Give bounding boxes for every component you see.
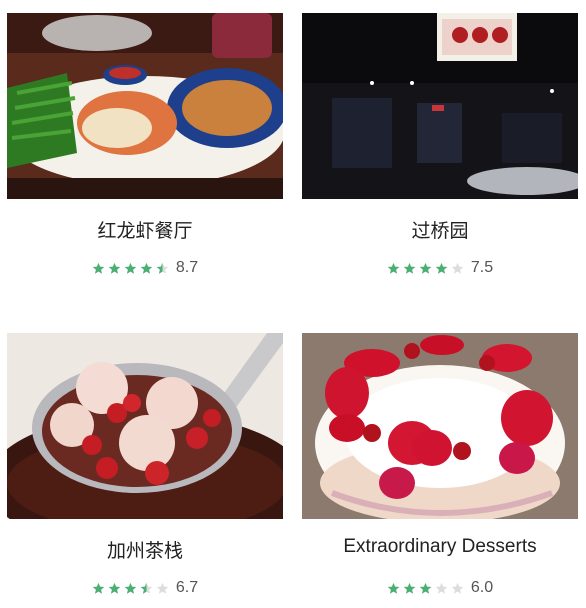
star-half-icon [156, 262, 169, 274]
star-half-icon [140, 582, 153, 594]
star-full-icon [387, 262, 400, 274]
star-full-icon [435, 262, 448, 274]
star-empty-icon [451, 262, 464, 274]
star-full-icon [419, 262, 432, 274]
star-full-icon [92, 582, 105, 594]
score-value: 6.0 [470, 579, 494, 596]
star-full-icon [92, 262, 105, 274]
star-full-icon [124, 582, 137, 594]
dessert-soup-spoon-photo[interactable] [7, 333, 283, 519]
storefront-night-photo[interactable] [302, 13, 578, 199]
restaurant-name[interactable]: Extraordinary Desserts [302, 536, 578, 558]
score-value: 7.5 [470, 259, 494, 276]
star-empty-icon [451, 582, 464, 594]
star-rating [387, 262, 467, 275]
restaurant-name[interactable]: 过桥园 [302, 216, 578, 243]
star-empty-icon [435, 582, 448, 594]
star-rating [92, 262, 172, 275]
rose-cake-photo[interactable] [302, 333, 578, 519]
rating: 8.7 [7, 257, 283, 279]
star-empty-icon [156, 582, 169, 594]
star-full-icon [387, 582, 400, 594]
star-full-icon [140, 262, 153, 274]
star-rating [92, 582, 172, 595]
star-full-icon [419, 582, 432, 594]
lobster-dish-photo[interactable] [7, 13, 283, 199]
score-value: 8.7 [175, 259, 199, 276]
restaurant-name[interactable]: 红龙虾餐厅 [7, 216, 283, 243]
score-value: 6.7 [175, 579, 199, 596]
star-full-icon [108, 262, 121, 274]
rating: 6.0 [302, 577, 578, 599]
star-full-icon [108, 582, 121, 594]
restaurant-name[interactable]: 加州茶栈 [7, 536, 283, 563]
rating: 6.7 [7, 577, 283, 599]
star-full-icon [403, 262, 416, 274]
star-full-icon [403, 582, 416, 594]
star-rating [387, 582, 467, 595]
rating: 7.5 [302, 257, 578, 279]
star-full-icon [124, 262, 137, 274]
